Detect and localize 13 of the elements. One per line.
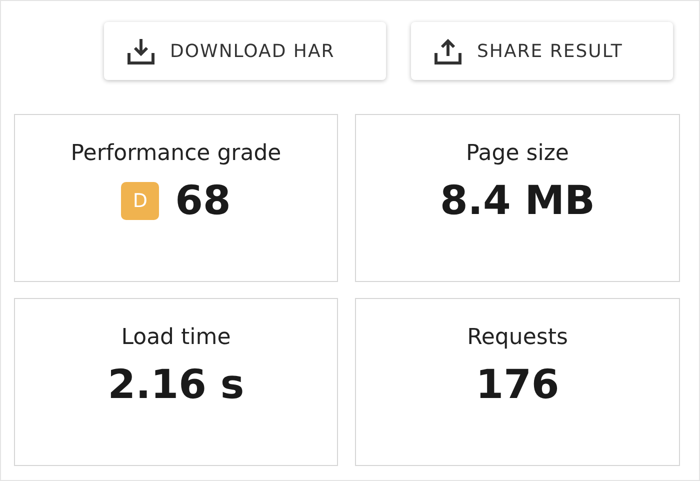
metric-value: 68 [175, 178, 231, 224]
metric-value: 176 [476, 362, 560, 408]
upload-icon [433, 36, 463, 66]
metric-value: 2.16 s [108, 362, 244, 408]
share-button[interactable]: SHARE RESULT [411, 22, 673, 80]
metric-label: Load time [121, 325, 231, 350]
metric-value: 8.4 MB [440, 178, 596, 224]
grade-badge: D [121, 182, 160, 220]
metric-label: Requests [467, 325, 568, 350]
metric-label: Performance grade [70, 141, 282, 166]
download-icon [126, 36, 156, 66]
download-button[interactable]: DOWNLOAD HAR [104, 22, 386, 80]
metric-label: Page size [466, 141, 569, 166]
